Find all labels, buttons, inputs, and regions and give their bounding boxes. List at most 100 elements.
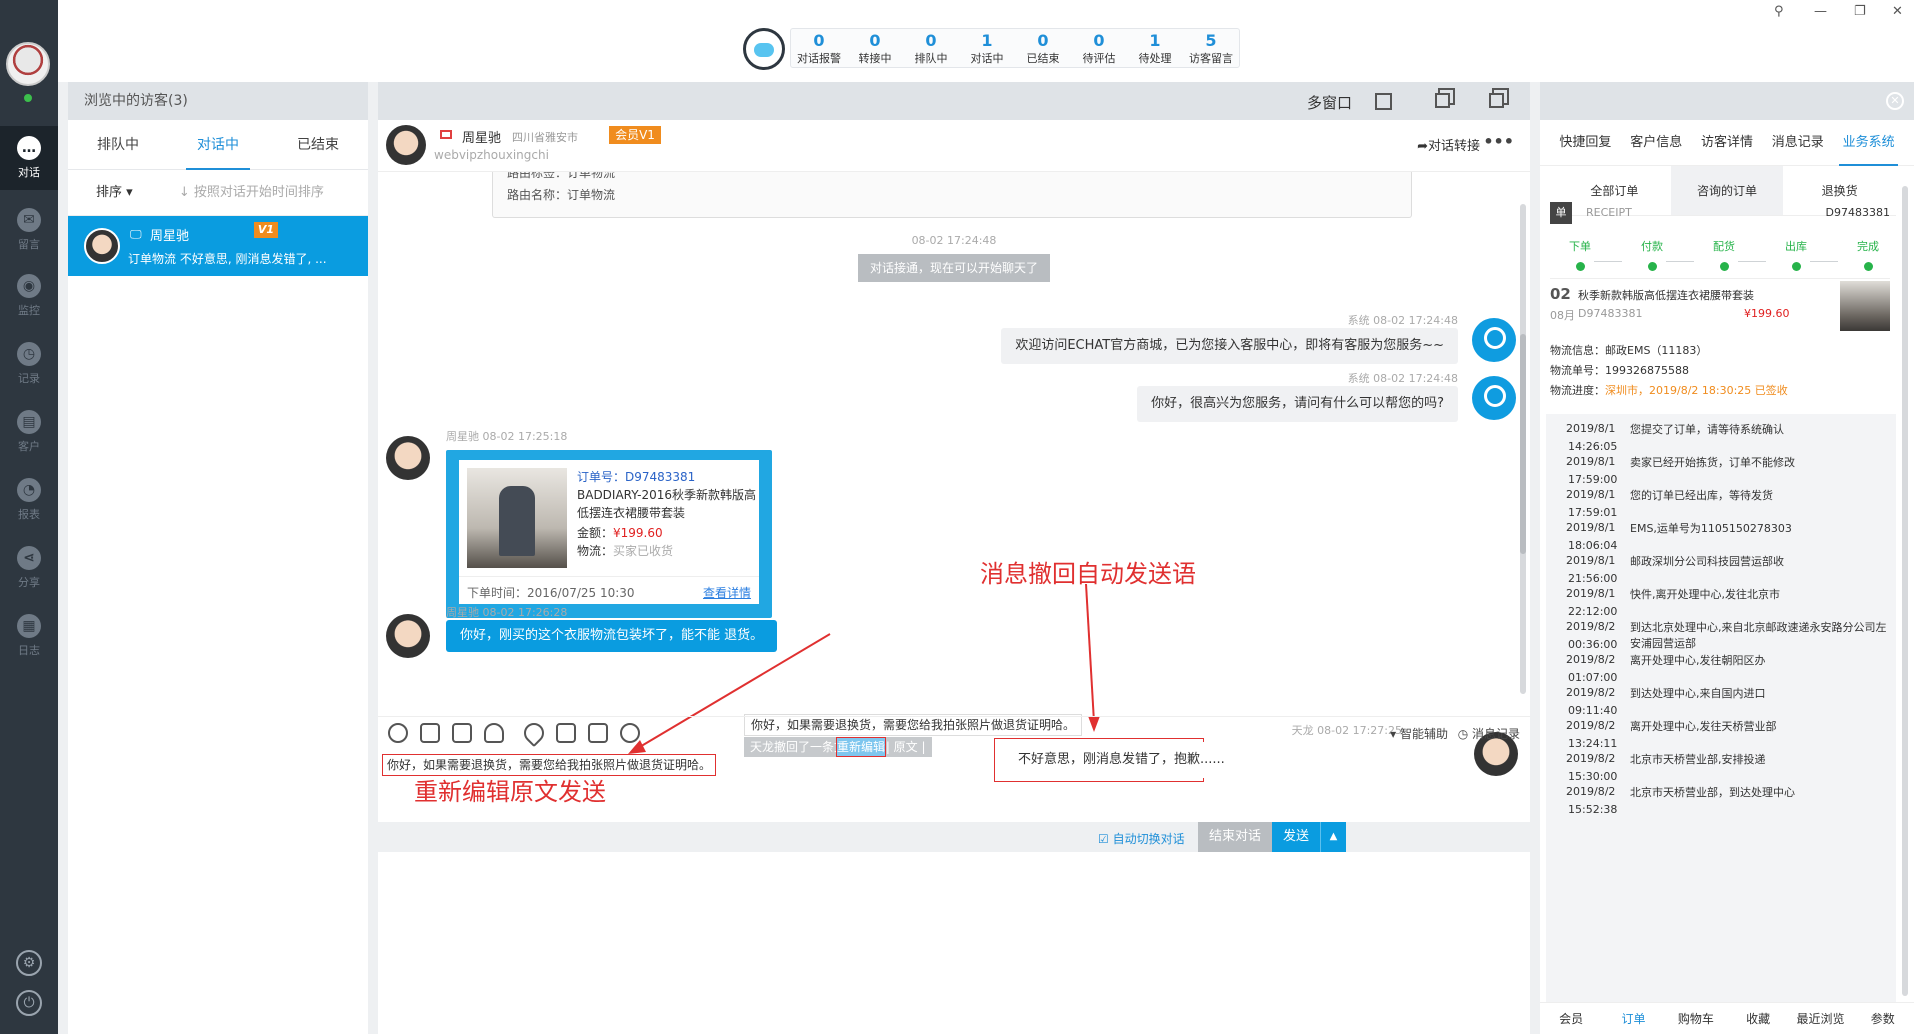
timeline-event: 离开处理中心,发往朝阳区办 — [1630, 654, 1766, 667]
nav-label: 分享 — [18, 576, 40, 589]
receipt-number: D97483381 — [1825, 206, 1890, 219]
tab-chatting[interactable]: 对话中 — [168, 120, 268, 170]
nav-label: 监控 — [18, 304, 40, 317]
close-panel-icon[interactable]: ✕ — [1886, 92, 1904, 110]
auto-switch-checkbox[interactable]: ☑ 自动切换对话 — [1098, 830, 1185, 847]
step-dot — [1719, 262, 1729, 271]
stat-visitor-messages[interactable]: 5 访客留言 — [1183, 29, 1239, 67]
nav-label: 客户 — [18, 440, 40, 453]
transfer-button[interactable]: ➦对话转接 — [1417, 135, 1480, 154]
nav-item-monitor[interactable]: ◉ 监控 — [0, 264, 58, 328]
step-connector — [1738, 261, 1766, 262]
visitor-list-item[interactable]: 🖵 周星驰 V1 订单物流 不好意思, 刚消息发错了, ... — [68, 216, 368, 276]
visitor-name: 周星驰 — [150, 229, 190, 244]
scissors-icon[interactable] — [484, 723, 504, 743]
tab-favorites[interactable]: 收藏 — [1727, 1003, 1789, 1034]
tab-message-log[interactable]: 消息记录 — [1762, 120, 1833, 165]
end-chat-button[interactable]: 结束对话 — [1198, 822, 1272, 852]
right-scrollbar[interactable] — [1902, 186, 1908, 996]
progress-value: 深圳市，2019/8/2 18:30:25 已签收 — [1605, 384, 1788, 397]
link-icon[interactable] — [588, 723, 608, 743]
clipboard-icon: ▦ — [17, 614, 41, 638]
tab-customer-info[interactable]: 客户信息 — [1621, 120, 1692, 165]
stat-queue[interactable]: 0 排队中 — [903, 29, 959, 67]
globe-icon[interactable] — [620, 723, 640, 743]
send-button[interactable]: 发送 — [1272, 822, 1320, 852]
emoji-icon[interactable] — [388, 723, 408, 743]
nav-label: 记录 — [18, 372, 40, 385]
timeline-time: 15:52:38 — [1568, 803, 1618, 816]
nav-item-records[interactable]: ◷ 记录 — [0, 332, 58, 396]
nav-item-log[interactable]: ▦ 日志 — [0, 604, 58, 668]
step-connector — [1810, 261, 1838, 262]
chat-scrollbar[interactable] — [1520, 204, 1526, 694]
stat-num: 1 — [981, 31, 993, 50]
tab-ended[interactable]: 已结束 — [268, 120, 368, 169]
tab-queue[interactable]: 排队中 — [68, 120, 168, 169]
tab-recent[interactable]: 最近浏览 — [1789, 1003, 1851, 1034]
nav-item-message[interactable]: ✉ 留言 — [0, 198, 58, 262]
tab-params[interactable]: 参数 — [1852, 1003, 1914, 1034]
stat-transferring[interactable]: 0 转接中 — [847, 29, 903, 67]
nav-item-report[interactable]: ◔ 报表 — [0, 468, 58, 532]
message-history-button[interactable]: ◷ 消息记录 — [1458, 725, 1520, 742]
more-icon[interactable]: ••• — [1483, 132, 1514, 151]
clock-icon: ◷ — [17, 342, 41, 366]
close-icon[interactable]: ✕ — [1892, 4, 1903, 19]
edit-icon[interactable] — [556, 723, 576, 743]
pin-icon[interactable]: ⚲ — [1774, 4, 1784, 19]
sort-bar: 排序 ▾ ↓ 按照对话开始时间排序 — [68, 170, 368, 216]
tab-orders[interactable]: 订单 — [1602, 1003, 1664, 1034]
step-done: 完成 — [1838, 238, 1898, 271]
message-input[interactable]: 你好，如果需要退换货，需要您给我拍张照片做退货证明哈。 — [382, 754, 717, 776]
timeline-date: 2019/8/2 — [1566, 686, 1616, 699]
settings-gear-icon[interactable]: ⚙ — [16, 950, 42, 976]
tab-visitor-detail[interactable]: 访客详情 — [1692, 120, 1763, 165]
right-tabs: 快捷回复 客户信息 访客详情 消息记录 业务系统 — [1540, 120, 1914, 166]
agent-avatar[interactable] — [6, 42, 50, 86]
sort-label: 排序 — [96, 185, 123, 200]
nav-item-share[interactable]: ⋖ 分享 — [0, 536, 58, 600]
nav-item-chat[interactable]: … 对话 — [0, 126, 58, 190]
timeline-event: 邮政深圳分公司科技园营运部收 — [1630, 555, 1784, 568]
chat-icon: … — [17, 136, 41, 160]
timeline-event: EMS,运单号为1105150278303 — [1630, 522, 1792, 535]
stat-alert[interactable]: 0 对话报警 — [791, 29, 847, 67]
send-bar: ☑ 自动切换对话 结束对话 发送 ▲ — [378, 822, 1530, 852]
power-icon[interactable]: ⏻ — [16, 990, 42, 1016]
stat-label: 访客留言 — [1189, 52, 1233, 65]
restore-icon[interactable]: ❐ — [1854, 4, 1866, 19]
tab-quick-reply[interactable]: 快捷回复 — [1550, 120, 1621, 165]
timeline-date: 2019/8/2 — [1566, 785, 1616, 798]
nav-label: 报表 — [18, 508, 40, 521]
step-paid: 付款 — [1622, 238, 1682, 271]
heart-icon[interactable] — [519, 718, 549, 748]
contact-card-icon: ▤ — [17, 410, 41, 434]
tab-business-system[interactable]: 业务系统 — [1833, 120, 1904, 166]
tab-member[interactable]: 会员 — [1540, 1003, 1602, 1034]
tab-cart[interactable]: 购物车 — [1665, 1003, 1727, 1034]
step-label: 下单 — [1569, 240, 1591, 253]
timeline-event: 您提交了订单，请等待系统确认 — [1630, 423, 1784, 436]
minimize-icon[interactable]: — — [1814, 4, 1827, 19]
stat-ended[interactable]: 0 已结束 — [1015, 29, 1071, 67]
timeline-date: 2019/8/2 — [1566, 719, 1616, 732]
timeline-time: 21:56:00 — [1568, 572, 1618, 585]
folder-icon[interactable] — [452, 723, 472, 743]
nav-item-customer[interactable]: ▤ 客户 — [0, 400, 58, 464]
image-icon[interactable] — [420, 723, 440, 743]
step-picking: 配货 — [1694, 238, 1754, 271]
stat-to-evaluate[interactable]: 0 待评估 — [1071, 29, 1127, 67]
sort-dropdown[interactable]: 排序 ▾ — [96, 185, 133, 200]
chat-panel: 多窗口 周星驰 四川省雅安市 会员V1 webvipzhouxingchi ➦对… — [378, 82, 1530, 1034]
stat-pending[interactable]: 1 待处理 — [1127, 29, 1183, 67]
logistics-company: 物流信息：邮政EMS（11183） — [1550, 344, 1708, 357]
mail-icon: ✉ — [17, 208, 41, 232]
send-options-caret-icon[interactable]: ▲ — [1320, 822, 1346, 852]
stat-chatting[interactable]: 1 对话中 — [959, 29, 1015, 67]
timeline-event: 到达北京处理中心,来自北京邮政速递永安路分公司左安浦园营运部 — [1630, 621, 1887, 650]
order-item-title: 秋季新款韩版高低摆连衣裙腰带套装 — [1578, 289, 1754, 302]
smart-assist-button[interactable]: ▾ 智能辅助 — [1390, 725, 1448, 742]
timeline-time: 22:12:00 — [1568, 605, 1618, 618]
order-item[interactable]: 02 08月 秋季新款韩版高低摆连衣裙腰带套装 D97483381 ¥199.6… — [1550, 278, 1890, 338]
